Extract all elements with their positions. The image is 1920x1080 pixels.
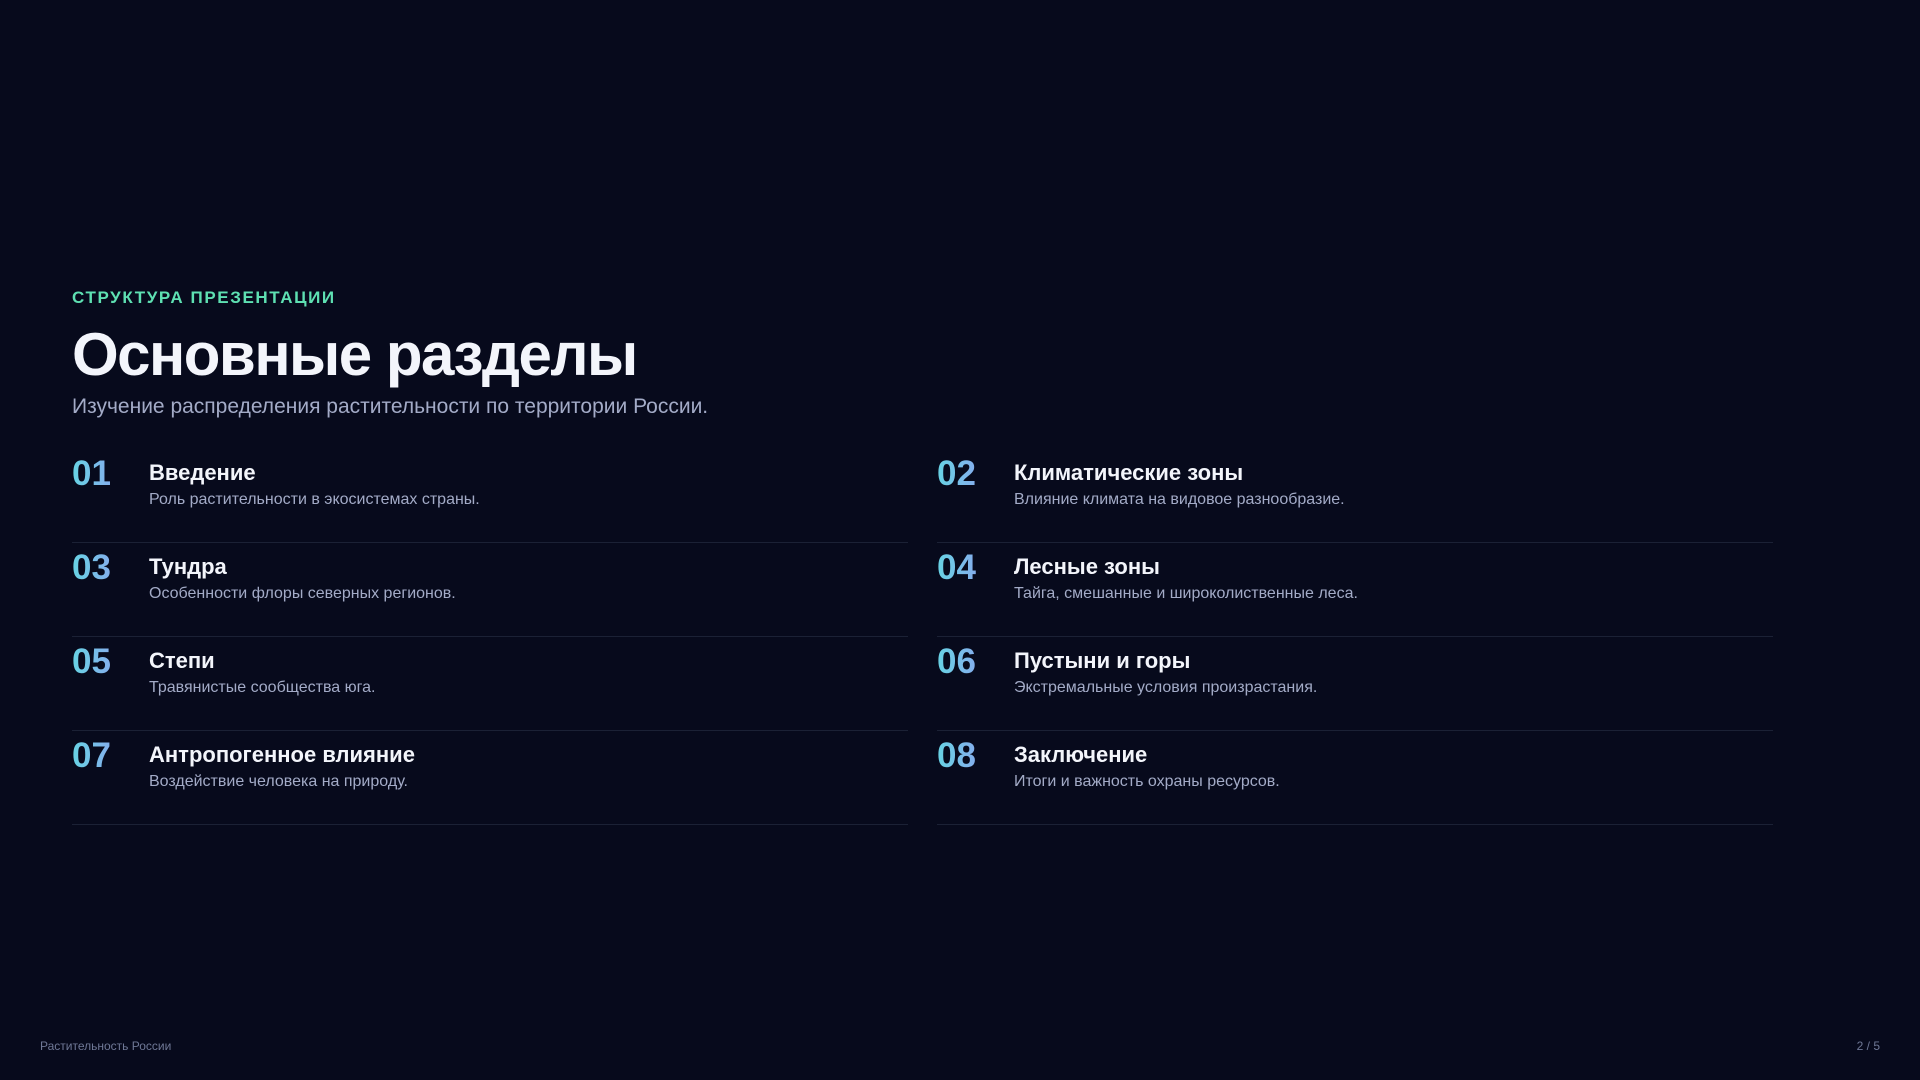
section-item-04: 04 Лесные зоны Тайга, смешанные и широко… xyxy=(937,544,1773,637)
section-description: Особенности флоры северных регионов. xyxy=(149,585,456,602)
section-item-06: 06 Пустыни и горы Экстремальные условия … xyxy=(937,638,1773,731)
section-title: Заключение xyxy=(1014,742,1148,767)
section-title: Введение xyxy=(149,460,256,485)
section-title: Климатические зоны xyxy=(1014,460,1244,485)
section-description: Роль растительности в экосистемах страны… xyxy=(149,491,480,508)
section-number: 05 xyxy=(72,637,149,687)
page-title: Основные разделы xyxy=(72,321,638,388)
section-description: Итоги и важность охраны ресурсов. xyxy=(1014,773,1280,790)
section-number: 08 xyxy=(937,731,1014,781)
section-item-03: 03 Тундра Особенности флоры северных рег… xyxy=(72,544,908,637)
section-title: Антропогенное влияние xyxy=(149,742,415,767)
section-description: Тайга, смешанные и широколиственные леса… xyxy=(1014,585,1358,602)
section-item-01: 01 Введение Роль растительности в экосис… xyxy=(72,450,908,543)
section-item-02: 02 Климатические зоны Влияние климата на… xyxy=(937,450,1773,543)
section-title: Пустыни и горы xyxy=(1014,648,1191,673)
slide: СТРУКТУРА ПРЕЗЕНТАЦИИ Основные разделы И… xyxy=(0,0,1920,1080)
section-number: 06 xyxy=(937,637,1014,687)
page-subtitle: Изучение распределения растительности по… xyxy=(72,395,709,418)
section-item-08: 08 Заключение Итоги и важность охраны ре… xyxy=(937,732,1773,825)
section-number: 03 xyxy=(72,543,149,593)
section-title: Лесные зоны xyxy=(1014,554,1160,579)
footer-presentation-title: Растительность России xyxy=(40,1039,172,1053)
section-number: 01 xyxy=(72,449,149,499)
section-item-07: 07 Антропогенное влияние Воздействие чел… xyxy=(72,732,908,825)
section-number: 02 xyxy=(937,449,1014,499)
section-title: Тундра xyxy=(149,554,227,579)
section-description: Влияние климата на видовое разнообразие. xyxy=(1014,491,1345,508)
section-number: 07 xyxy=(72,731,149,781)
section-item-05: 05 Степи Травянистые сообщества юга. xyxy=(72,638,908,731)
section-description: Экстремальные условия произрастания. xyxy=(1014,679,1318,696)
section-number: 04 xyxy=(937,543,1014,593)
page-indicator: 2 / 5 xyxy=(1856,1039,1880,1053)
section-description: Воздействие человека на природу. xyxy=(149,773,408,790)
eyebrow-label: СТРУКТУРА ПРЕЗЕНТАЦИИ xyxy=(72,288,336,307)
header: СТРУКТУРА ПРЕЗЕНТАЦИИ Основные разделы И… xyxy=(72,288,1772,420)
section-title: Степи xyxy=(149,648,215,673)
section-description: Травянистые сообщества юга. xyxy=(149,679,376,696)
sections-grid: 01 Введение Роль растительности в экосис… xyxy=(72,450,1773,826)
